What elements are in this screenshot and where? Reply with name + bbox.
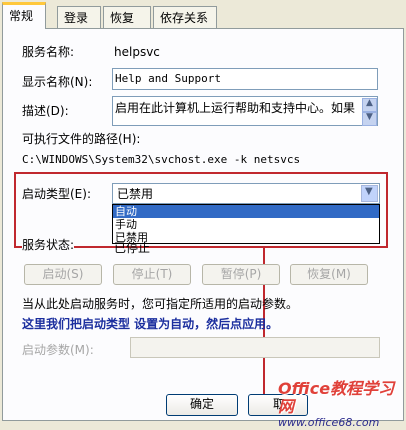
option-automatic[interactable]: 自动	[113, 205, 379, 218]
status-label: 服务状态:	[22, 237, 75, 253]
chevron-down-icon: ▼	[365, 186, 373, 197]
startup-type-value: 已禁用	[117, 187, 154, 201]
chevron-down-icon: ▼	[366, 112, 373, 122]
startup-type-options: 自动 手动 已禁用	[112, 204, 380, 244]
stop-button[interactable]: 停止(T)	[113, 264, 191, 285]
tab-dependencies[interactable]: 依存关系	[153, 6, 217, 28]
display-name-value: Help and Support	[115, 72, 221, 85]
display-name-label: 显示名称(N):	[22, 75, 93, 89]
chevron-up-icon: ▲	[366, 98, 373, 108]
path-value: C:\WINDOWS\System32\svchost.exe -k netsv…	[22, 153, 301, 166]
pause-button[interactable]: 暂停(P)	[202, 264, 280, 285]
service-name-value: helpsvc	[114, 45, 160, 59]
tab-logon[interactable]: 登录	[57, 6, 101, 28]
description-field[interactable]: 启用在此计算机上运行帮助和支持中心。如果	[112, 96, 378, 126]
service-name-label: 服务名称:	[22, 45, 75, 59]
option-manual[interactable]: 手动	[113, 218, 379, 231]
watermark-title: Office教程学习网	[278, 379, 395, 416]
tab-strip: 常规 登录 恢复 依存关系	[0, 0, 406, 29]
watermark-url: www.office68.com	[278, 416, 380, 429]
startup-type-label: 启动类型(E):	[22, 187, 91, 201]
description-value: 启用在此计算机上运行帮助和支持中心。如果	[115, 101, 356, 115]
tab-recovery[interactable]: 恢复	[103, 6, 151, 28]
tab-general[interactable]: 常规	[2, 2, 46, 29]
start-param-info: 当从此处启动服务时，您可指定所适用的启动参数。	[22, 297, 299, 311]
start-params-label: 启动参数(M):	[22, 343, 94, 357]
description-scroll-up[interactable]: ▲	[362, 98, 377, 112]
path-label: 可执行文件的路径(H):	[22, 132, 141, 146]
dropdown-button[interactable]: ▼	[361, 185, 378, 202]
description-label: 描述(D):	[22, 104, 69, 118]
annotation-text: 这里我们把启动类型 设置为自动，然后点应用。	[22, 317, 279, 331]
description-scroll-down[interactable]: ▼	[362, 112, 377, 126]
startup-type-select[interactable]: 已禁用 ▼	[112, 183, 380, 204]
resume-button[interactable]: 恢复(M)	[290, 264, 368, 285]
option-disabled[interactable]: 已禁用	[113, 231, 379, 244]
start-button[interactable]: 启动(S)	[24, 264, 102, 285]
watermark: Office教程学习网 www.office68.com	[278, 379, 404, 430]
ok-button[interactable]: 确定	[166, 394, 238, 416]
status-value: 已停止	[114, 241, 151, 255]
start-params-input[interactable]	[130, 337, 380, 358]
display-name-field[interactable]: Help and Support	[112, 68, 378, 90]
